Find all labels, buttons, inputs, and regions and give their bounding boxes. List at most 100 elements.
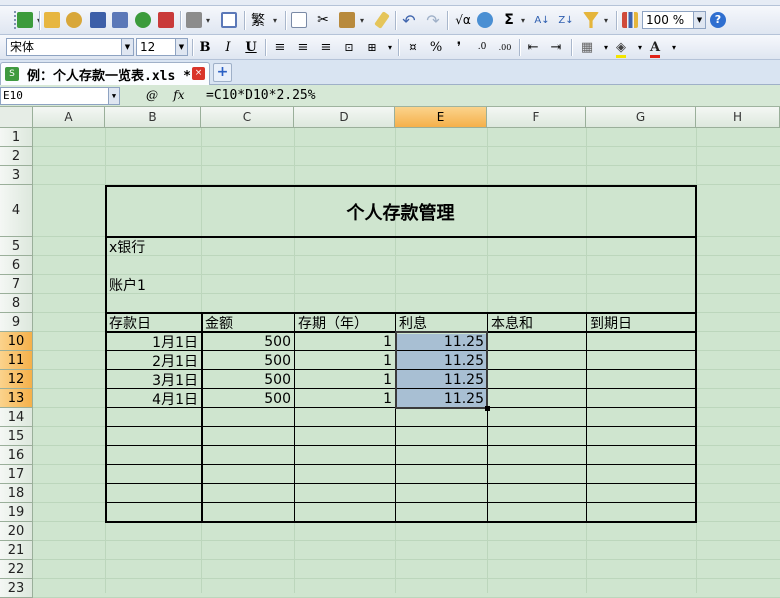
row-header-21[interactable]: 21 <box>0 541 33 560</box>
row-header-15[interactable]: 15 <box>0 427 33 446</box>
align-center-icon[interactable]: ≡ <box>292 38 314 57</box>
date-cell[interactable]: 2月1日 <box>105 351 201 370</box>
row-header-20[interactable]: 20 <box>0 522 33 541</box>
zoom-select[interactable]: 100 % ▼ <box>642 11 706 29</box>
zoom-dropdown-icon[interactable]: ▼ <box>693 12 705 28</box>
hyperlink-icon[interactable] <box>476 6 494 34</box>
header-cell[interactable]: 金额 <box>202 314 293 332</box>
thousands-separator-icon[interactable]: ❜ <box>448 38 470 57</box>
column-header-h[interactable]: H <box>696 107 780 128</box>
row-header-8[interactable]: 8 <box>0 294 33 313</box>
autosum-icon[interactable]: Σ <box>500 6 518 34</box>
header-cell[interactable]: 存期（年） <box>295 314 394 332</box>
save-icon[interactable] <box>89 6 107 34</box>
paste-icon[interactable] <box>338 6 356 34</box>
amount-cell[interactable]: 500 <box>201 351 294 370</box>
open-icon[interactable] <box>43 6 61 34</box>
column-header-f[interactable]: F <box>487 107 586 128</box>
new-tab-button[interactable]: + <box>213 63 232 82</box>
paste-dropdown-icon[interactable]: ▾ <box>357 6 367 34</box>
font-size-dropdown-icon[interactable]: ▼ <box>175 39 187 55</box>
print-icon[interactable] <box>185 6 203 34</box>
close-tab-icon[interactable]: × <box>192 67 205 80</box>
row-header-11[interactable]: 11 <box>0 351 33 370</box>
print-preview-icon[interactable] <box>220 6 238 34</box>
row-header-2[interactable]: 2 <box>0 147 33 166</box>
row-header-10[interactable]: 10 <box>0 332 33 351</box>
amount-cell[interactable]: 500 <box>201 332 294 351</box>
row-header-9[interactable]: 9 <box>0 313 33 332</box>
italic-button[interactable]: I <box>217 38 239 57</box>
term-cell[interactable]: 1 <box>294 370 395 389</box>
column-header-e[interactable]: E <box>395 107 487 128</box>
amount-cell[interactable]: 500 <box>201 370 294 389</box>
traditional-chinese-button[interactable]: 繁 <box>248 6 268 34</box>
bank-name-cell[interactable]: x银行 <box>106 237 306 256</box>
column-header-b[interactable]: B <box>105 107 201 128</box>
percent-button[interactable]: % <box>425 38 447 57</box>
row-header-13[interactable]: 13 <box>0 389 33 408</box>
bold-button[interactable]: B <box>194 38 216 57</box>
row-header-12[interactable]: 12 <box>0 370 33 389</box>
help-icon[interactable]: ? <box>709 6 727 34</box>
row-header-6[interactable]: 6 <box>0 256 33 275</box>
select-all-corner[interactable] <box>0 107 33 128</box>
date-cell[interactable]: 1月1日 <box>105 332 201 351</box>
spreadsheet-grid[interactable]: A B C D E F G H 1 2 3 4 5 6 7 8 9 10 11 12 13 14 15 16 17 18 19 20 2… <box>0 107 780 598</box>
currency-format-icon[interactable]: ¤ <box>402 38 424 57</box>
redo-icon[interactable]: ↷ <box>424 6 442 34</box>
new-icon[interactable] <box>16 6 34 34</box>
term-cell[interactable]: 1 <box>294 389 395 408</box>
export-pdf-icon[interactable] <box>157 6 175 34</box>
row-header-17[interactable]: 17 <box>0 465 33 484</box>
term-cell[interactable]: 1 <box>294 332 395 351</box>
document-tab[interactable]: S 例：个人存款一览表.xls * × <box>0 62 210 85</box>
header-cell[interactable]: 利息 <box>396 314 486 332</box>
row-header-22[interactable]: 22 <box>0 560 33 579</box>
merge-center-icon[interactable]: ⊡ <box>338 38 360 57</box>
print-dropdown-icon[interactable]: ▾ <box>203 6 213 34</box>
sort-descending-icon[interactable]: Z↓ <box>557 6 575 34</box>
underline-button[interactable]: U <box>240 38 262 57</box>
cut-icon[interactable]: ✂ <box>314 6 332 34</box>
filter-dropdown-icon[interactable]: ▾ <box>601 6 611 34</box>
align-left-icon[interactable]: ≡ <box>269 38 291 57</box>
zoom-search-icon[interactable]: @ <box>146 88 158 102</box>
font-name-dropdown-icon[interactable]: ▼ <box>121 39 133 55</box>
column-header-g[interactable]: G <box>586 107 696 128</box>
row-header-5[interactable]: 5 <box>0 237 33 256</box>
row-header-23[interactable]: 23 <box>0 579 33 598</box>
header-cell[interactable]: 存款日 <box>106 314 200 332</box>
decrease-decimal-button[interactable]: .00 <box>494 38 516 57</box>
date-cell[interactable]: 4月1日 <box>105 389 201 408</box>
column-header-a[interactable]: A <box>33 107 105 128</box>
row-header-18[interactable]: 18 <box>0 484 33 503</box>
autosum-dropdown-icon[interactable]: ▾ <box>518 6 528 34</box>
row-header-1[interactable]: 1 <box>0 128 33 147</box>
send-mail-icon[interactable] <box>134 6 152 34</box>
name-box-dropdown-icon[interactable]: ▼ <box>108 88 119 104</box>
increase-decimal-button[interactable]: .0 <box>471 38 493 57</box>
undo-icon[interactable]: ↶ <box>400 6 418 34</box>
column-header-d[interactable]: D <box>294 107 395 128</box>
format-painter-icon[interactable] <box>373 6 391 34</box>
formula-input[interactable]: =C10*D10*2.25% <box>206 88 316 103</box>
font-color-dropdown-icon[interactable]: ▾ <box>663 38 685 57</box>
name-box[interactable]: E10 ▼ <box>0 87 120 105</box>
font-name-select[interactable]: 宋体 ▼ <box>6 38 134 56</box>
row-header-14[interactable]: 14 <box>0 408 33 427</box>
filter-icon[interactable] <box>582 6 600 34</box>
decrease-indent-icon[interactable]: ⇤ <box>522 38 544 57</box>
font-size-select[interactable]: 12 ▼ <box>136 38 188 56</box>
date-cell[interactable]: 3月1日 <box>105 370 201 389</box>
copy-icon[interactable] <box>290 6 308 34</box>
row-header-7[interactable]: 7 <box>0 275 33 294</box>
insert-formula-icon[interactable]: √α <box>452 6 474 34</box>
align-right-icon[interactable]: ≡ <box>315 38 337 57</box>
header-cell[interactable]: 本息和 <box>488 314 585 332</box>
term-cell[interactable]: 1 <box>294 351 395 370</box>
text-style-dropdown-icon[interactable]: ▾ <box>270 6 280 34</box>
amount-cell[interactable]: 500 <box>201 389 294 408</box>
fill-handle[interactable] <box>485 406 490 411</box>
column-header-c[interactable]: C <box>201 107 294 128</box>
